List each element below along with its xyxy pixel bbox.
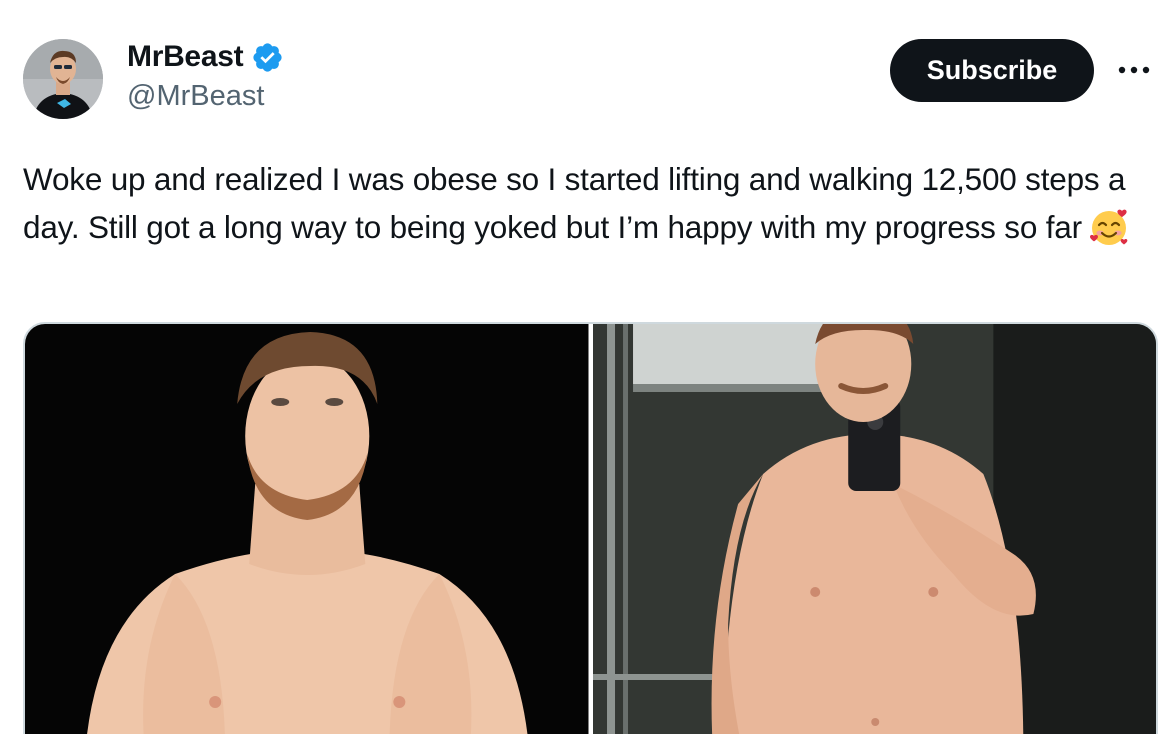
- tweet-text: Woke up and realized I was obese so I st…: [23, 155, 1148, 251]
- before-photo[interactable]: [25, 324, 589, 734]
- author-name-row: MrBeast: [127, 40, 284, 74]
- more-options-button[interactable]: [1114, 55, 1154, 85]
- avatar-image: [23, 39, 103, 119]
- more-horizontal-icon: [1118, 66, 1150, 74]
- author-handle[interactable]: @MrBeast: [127, 80, 264, 113]
- media-grid: [23, 322, 1158, 734]
- author-display-name[interactable]: MrBeast: [127, 40, 244, 74]
- subscribe-button[interactable]: Subscribe: [890, 39, 1094, 102]
- before-photo-image: [25, 324, 589, 734]
- verified-badge-icon: [253, 42, 282, 72]
- avatar[interactable]: [23, 39, 103, 119]
- after-photo-image: [592, 324, 1156, 734]
- smiling-face-with-hearts-emoji: [1089, 209, 1128, 245]
- tweet-text-content: Woke up and realized I was obese so I st…: [23, 161, 1126, 245]
- tweet-card: MrBeast @MrBeast Subscribe Woke up and r…: [0, 0, 1170, 734]
- after-photo[interactable]: [592, 324, 1156, 734]
